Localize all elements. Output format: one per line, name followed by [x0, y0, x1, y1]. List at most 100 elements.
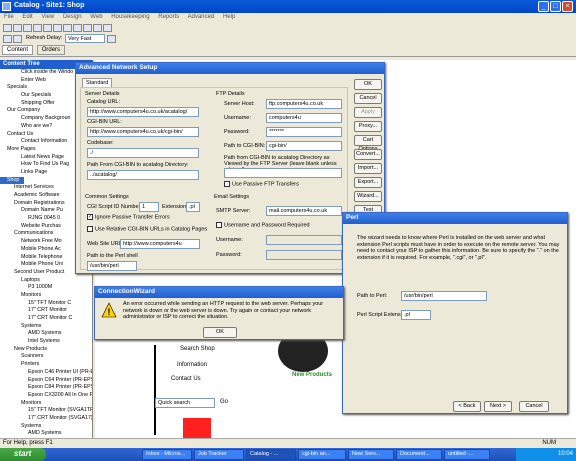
task-untitled[interactable]: untitled -...: [444, 449, 490, 460]
tree-item[interactable]: 17" CRT Monitor C: [0, 315, 92, 323]
refresh-delay-select[interactable]: Very Fast: [65, 34, 105, 43]
export-button[interactable]: Export...: [354, 177, 382, 188]
tree-item[interactable]: Systems: [0, 423, 92, 431]
tree-item[interactable]: 17" CRT Monitor: [0, 307, 92, 315]
menu-reports[interactable]: Reports: [158, 14, 179, 20]
email-username-field[interactable]: [266, 235, 342, 245]
menu-edit[interactable]: Edit: [22, 14, 32, 20]
task-document[interactable]: Document...: [396, 449, 442, 460]
acatalog-path-field[interactable]: ../acatalog/: [87, 170, 199, 180]
open-icon[interactable]: [13, 24, 22, 32]
ok-button[interactable]: OK: [354, 79, 382, 90]
menu-advanced[interactable]: Advanced: [188, 14, 215, 20]
tree-item[interactable]: AMD Systems: [0, 330, 92, 338]
menu-housekeeping[interactable]: Housekeeping: [111, 14, 149, 20]
perl-ext-field[interactable]: .pl: [401, 310, 431, 320]
tree-item[interactable]: Laptops: [0, 277, 92, 285]
tab-content[interactable]: Content: [2, 45, 34, 55]
tree-item[interactable]: New Products: [0, 346, 92, 354]
system-tray: 10:04: [516, 448, 576, 461]
perl-cancel-button[interactable]: Cancel: [519, 401, 549, 412]
save-icon[interactable]: [23, 24, 32, 32]
tree-item[interactable]: Epson C84 Printer (PR-EPSN082): [0, 384, 92, 392]
maximize-icon[interactable]: □: [550, 1, 561, 12]
perl-shell-field[interactable]: /usr/bin/perl: [87, 261, 137, 271]
tree-item[interactable]: 15" TFT Monitor (SVGA1TFT): [0, 407, 92, 415]
tree-item[interactable]: P3 1000M: [0, 284, 92, 292]
tree-item[interactable]: Systems: [0, 323, 92, 331]
catalog-url-field[interactable]: http://www.computers4u.co.uk/acatalog/: [87, 107, 199, 117]
cancel-button[interactable]: Cancel: [354, 93, 382, 104]
close-icon[interactable]: ×: [562, 1, 573, 12]
cgi-path-field[interactable]: cgi-bin/: [266, 141, 342, 151]
tree-item[interactable]: 17" CRT Monitor (SVGA17): [0, 415, 92, 423]
refresh-icon[interactable]: [3, 35, 12, 43]
menu-help[interactable]: Help: [223, 14, 235, 20]
cgi-url-field[interactable]: http://www.computers4u.co.uk/cgi-bin/: [87, 127, 199, 137]
tree-item[interactable]: Epson CX3200 All In One Printer (PR-EPSN…: [0, 392, 92, 400]
tab-orders[interactable]: Orders: [36, 45, 66, 55]
help-icon[interactable]: [103, 24, 112, 32]
cut-icon[interactable]: [33, 24, 42, 32]
ftp-acatalog-field[interactable]: [224, 168, 342, 178]
cart-options-button[interactable]: Cart Options: [354, 135, 382, 152]
undo-icon[interactable]: [63, 24, 72, 32]
tree-item[interactable]: Scanners: [0, 353, 92, 361]
publish-icon[interactable]: [93, 24, 102, 32]
preview-icon[interactable]: [83, 24, 92, 32]
next-button[interactable]: Next >: [484, 401, 512, 412]
wizard-button[interactable]: Wizard...: [354, 191, 382, 202]
smtp-server-field[interactable]: mail.computers4u.co.uk: [266, 206, 342, 216]
import-button[interactable]: Import...: [354, 163, 382, 174]
svg-text:!: !: [108, 307, 111, 317]
menu-design[interactable]: Design: [63, 14, 82, 20]
tree-item[interactable]: Printers: [0, 361, 92, 369]
perl-path-field[interactable]: /usr/bin/perl: [401, 291, 487, 301]
ftp-password-field[interactable]: *******: [266, 127, 342, 137]
apply-button[interactable]: Apply: [354, 107, 382, 118]
website-url-field[interactable]: http://www.computers4u: [120, 239, 200, 249]
start-button[interactable]: start: [0, 448, 46, 461]
tree-item[interactable]: 15" TFT Monitor C: [0, 300, 92, 308]
connection-wizard-title: ConnectionWizard: [95, 287, 343, 298]
task-inbox[interactable]: Inbox - Micros...: [142, 449, 192, 460]
chevron-down-icon[interactable]: [107, 35, 116, 43]
ftp-username-field[interactable]: computers4u: [266, 113, 342, 123]
menu-view[interactable]: View: [41, 14, 54, 20]
tree-item[interactable]: Shop: [0, 176, 24, 185]
codebase-field[interactable]: ./: [87, 148, 199, 158]
passive-ftp-checkbox[interactable]: Use Passive FTP Transfers: [224, 181, 299, 187]
cgi-id-field[interactable]: 1: [139, 202, 159, 212]
back-button[interactable]: < Back: [453, 401, 481, 412]
extension-field[interactable]: .pl: [186, 202, 200, 212]
relative-urls-checkbox[interactable]: Use Relative CGI-BIN URLs in Catalog Pag…: [87, 226, 207, 232]
task-cgi-bin[interactable]: cgi-bin an...: [298, 449, 346, 460]
convert-button[interactable]: Convert...: [354, 149, 382, 160]
minimize-icon[interactable]: _: [538, 1, 549, 12]
nav-icon[interactable]: [13, 35, 22, 43]
proxy-button[interactable]: Proxy...: [354, 121, 382, 132]
copy-icon[interactable]: [43, 24, 52, 32]
task-job-tracker[interactable]: Job Tracker: [194, 449, 244, 460]
menu-web[interactable]: Web: [90, 14, 102, 20]
preview-go-button: Go: [220, 399, 229, 405]
task-catalog[interactable]: Catalog - ...: [246, 449, 296, 460]
new-icon[interactable]: [3, 24, 12, 32]
server-host-field[interactable]: ftp.computers4u.co.uk: [266, 99, 342, 109]
tree-item[interactable]: Monitors: [0, 292, 92, 300]
task-new-server[interactable]: New Serv...: [348, 449, 394, 460]
paste-icon[interactable]: [53, 24, 62, 32]
tree-item[interactable]: Monitors: [0, 400, 92, 408]
email-password-field[interactable]: [266, 250, 342, 260]
error-ok-button[interactable]: OK: [203, 327, 237, 338]
tree-item[interactable]: Intel Systems: [0, 338, 92, 346]
menu-file[interactable]: File: [4, 14, 14, 20]
tree-item[interactable]: AMD Systems: [0, 430, 92, 438]
tree-item[interactable]: Epson C64 Printer (PR-EPSN-C62): [0, 377, 92, 385]
passive-ftp-label: Use Passive FTP Transfers: [232, 181, 299, 188]
ignore-errors-checkbox[interactable]: ✓ Ignore Passive Transfer Errors: [87, 214, 170, 220]
tree-item[interactable]: Epson C46 Printer UI (PR-EPSN42): [0, 369, 92, 377]
smtp-auth-checkbox[interactable]: Username and Password Required: [216, 222, 310, 228]
find-icon[interactable]: [73, 24, 82, 32]
toolbar-row-1: [0, 23, 576, 33]
